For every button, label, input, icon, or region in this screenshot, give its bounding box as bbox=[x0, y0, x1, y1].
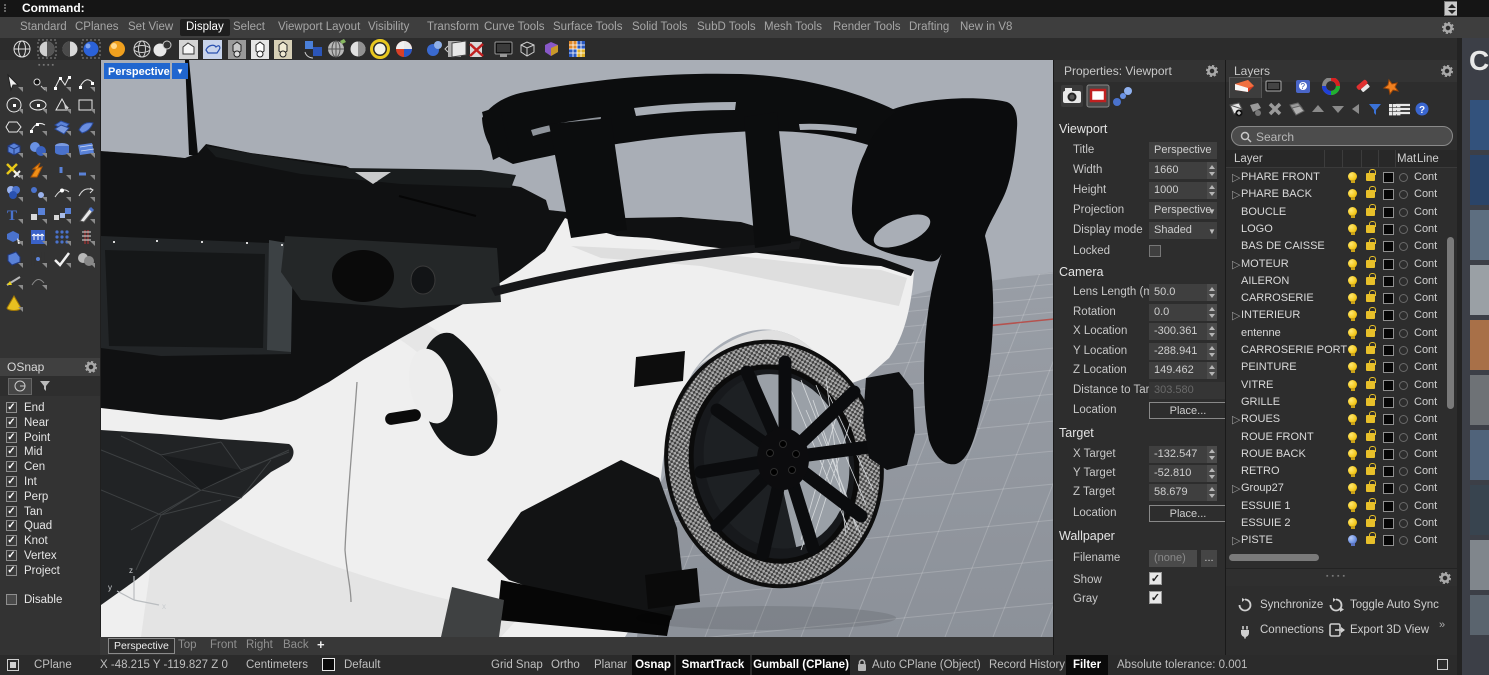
svg-text:Perspective: Perspective bbox=[108, 66, 170, 78]
svg-text:▼: ▼ bbox=[176, 67, 184, 76]
svg-text:?: ? bbox=[1419, 105, 1425, 116]
svg-text:T: T bbox=[7, 208, 17, 224]
svg-text:x: x bbox=[162, 602, 166, 611]
svg-text:z: z bbox=[129, 566, 133, 575]
svg-text:?: ? bbox=[1301, 82, 1306, 91]
svg-text:y: y bbox=[108, 583, 112, 592]
